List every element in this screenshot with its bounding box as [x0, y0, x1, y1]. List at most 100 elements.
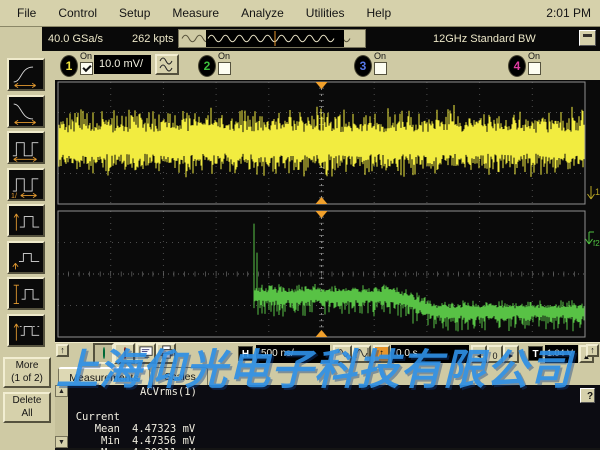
delete-all-button[interactable]: Delete All [3, 392, 51, 423]
menu-bar: File Control Setup Measure Analyze Utili… [0, 0, 600, 27]
menu-measure[interactable]: Measure [161, 6, 230, 20]
run-icon [103, 347, 105, 359]
tab-scales[interactable]: Scales [152, 367, 208, 385]
menu-file[interactable]: File [6, 6, 47, 20]
sample-rate: 40.0 GSa/s [48, 33, 103, 45]
v-top-icon [9, 279, 43, 308]
more-button-label: More [16, 360, 39, 371]
trigger-position-button[interactable]: ↑ [373, 345, 390, 363]
zoom-horizontal-button[interactable] [333, 345, 352, 363]
clear-display-icon [139, 345, 154, 360]
channel-2-on-checkbox[interactable] [218, 62, 231, 75]
measure-negative-width-button[interactable] [7, 241, 45, 274]
measure-v-top-button[interactable] [7, 277, 45, 310]
channel-1-on-checkbox[interactable] [80, 62, 93, 75]
channel-3-number: 3 [360, 59, 367, 73]
measurements-scrollbar[interactable]: ▲ ▼ [55, 385, 68, 448]
delete-button-label1: Delete [13, 395, 42, 406]
channel-1-badge[interactable]: 1 [60, 55, 78, 77]
horizontal-toolbar: ↑ H 500 ns/ ↑ 0.0 s ◄ 0 ► T 1.04 V [55, 342, 600, 365]
measure-rise-time-button[interactable] [7, 58, 45, 91]
measure-v-base-button[interactable] [7, 314, 45, 347]
wave-small-icon [336, 347, 350, 359]
measurement-source-label: ACVrms(1) [140, 386, 197, 398]
print-button[interactable] [156, 343, 176, 364]
menu-control[interactable]: Control [47, 6, 108, 20]
minimize-icon [583, 34, 592, 37]
channel-2-group: 2 On [198, 51, 238, 80]
measurement-row-mean: Mean 4.47356 mV [68, 411, 600, 423]
menu-utilities[interactable]: Utilities [295, 6, 356, 20]
measurements-scroll-down-button[interactable]: ▼ [55, 436, 68, 448]
timebase-display[interactable]: 500 ns/ [256, 345, 330, 363]
channel-1-on-label: On [80, 51, 92, 61]
horizontal-menu-button[interactable]: H [238, 346, 253, 361]
oscilloscope-window: File Control Setup Measure Analyze Utili… [0, 0, 600, 450]
v-base-icon [9, 316, 43, 345]
delay-right-button[interactable]: ► [503, 345, 519, 363]
scope-graticule: 1f2 [55, 80, 600, 342]
waveform-display-area[interactable]: 1f2 [55, 80, 600, 342]
more-measurements-button[interactable]: More (1 of 2) [3, 357, 51, 388]
channel-4-on-label: On [528, 51, 540, 61]
measure-period-button[interactable] [7, 131, 45, 164]
measurements-panel: ACVrms(1) Current 4.47323 mV Mean 4.4735… [68, 385, 600, 448]
waveform-preview-icon [179, 30, 365, 47]
menu-analyze[interactable]: Analyze [230, 6, 295, 20]
positive-width-icon [9, 206, 43, 235]
measurement-row-current: Current 4.47323 mV [68, 399, 600, 411]
menu-setup[interactable]: Setup [108, 6, 161, 20]
stop-icon [124, 347, 126, 359]
measure-frequency-button[interactable]: 1/ [7, 168, 45, 201]
measure-fall-time-button[interactable] [7, 95, 45, 128]
tab-measurements[interactable]: Measurements [58, 367, 150, 385]
scroll-up-right-button[interactable]: ↑ [586, 344, 599, 357]
measure-positive-width-button[interactable] [7, 204, 45, 237]
channel-4-group: 4 On [508, 51, 548, 80]
channel-4-badge[interactable]: 4 [508, 55, 526, 77]
channel-2-badge[interactable]: 2 [198, 55, 216, 77]
channel-3-on-checkbox[interactable] [374, 62, 387, 75]
help-button[interactable]: ? [580, 388, 595, 403]
rise-time-icon [9, 60, 43, 89]
channel-4-number: 4 [514, 59, 521, 73]
delay-left-button[interactable]: ◄ [471, 345, 487, 363]
function-2-trace [254, 224, 584, 332]
scroll-up-left-button[interactable]: ↑ [56, 344, 69, 357]
delay-zero-button[interactable]: 0 [487, 345, 503, 363]
run-button[interactable] [93, 343, 114, 364]
channel-4-on-checkbox[interactable] [528, 62, 541, 75]
delay-display[interactable]: 0.0 s [391, 345, 469, 363]
channel-1-coupling-button[interactable] [155, 54, 179, 75]
memory-depth: 262 kpts [132, 33, 174, 45]
trigger-marker-top-icon [316, 82, 328, 89]
function-2-level-marker-icon: f2 [586, 232, 600, 248]
acquisition-status-bar: 40.0 GSa/s 262 kpts 12GHz Standard BW [42, 27, 600, 51]
frequency-icon: 1/ [9, 170, 43, 199]
period-icon [9, 133, 43, 162]
measurements-scroll-up-button[interactable]: ▲ [55, 385, 68, 397]
ac-coupling-icon [157, 56, 177, 73]
trigger-level-display[interactable]: 1.04 V [545, 345, 578, 363]
channel-1-trace [59, 105, 584, 177]
bandwidth-label: 12GHz Standard BW [433, 33, 536, 45]
results-tab-bar: Measurements Scales [55, 365, 600, 385]
acquisition-preview-bar[interactable] [178, 29, 366, 48]
stop-button[interactable] [114, 343, 135, 364]
svg-text:f2: f2 [593, 239, 600, 248]
minimize-button[interactable] [579, 30, 596, 46]
channel-3-group: 3 On [354, 51, 394, 80]
channel-1-group: 1 On 10.0 mV/ [60, 51, 185, 80]
channel-2-number: 2 [204, 59, 211, 73]
channel-1-scale-display[interactable]: 10.0 mV/ [94, 55, 151, 74]
menu-help[interactable]: Help [355, 6, 402, 20]
svg-text:1/: 1/ [11, 193, 17, 199]
printer-icon [159, 345, 174, 360]
channel-3-badge[interactable]: 3 [354, 55, 372, 77]
trigger-menu-button[interactable]: T [528, 346, 543, 361]
zoom-window-button[interactable] [352, 345, 371, 363]
clear-display-button[interactable] [136, 343, 156, 364]
channel-3-on-label: On [374, 51, 386, 61]
clock: 2:01 PM [546, 6, 600, 20]
delete-button-label2: All [21, 408, 32, 419]
